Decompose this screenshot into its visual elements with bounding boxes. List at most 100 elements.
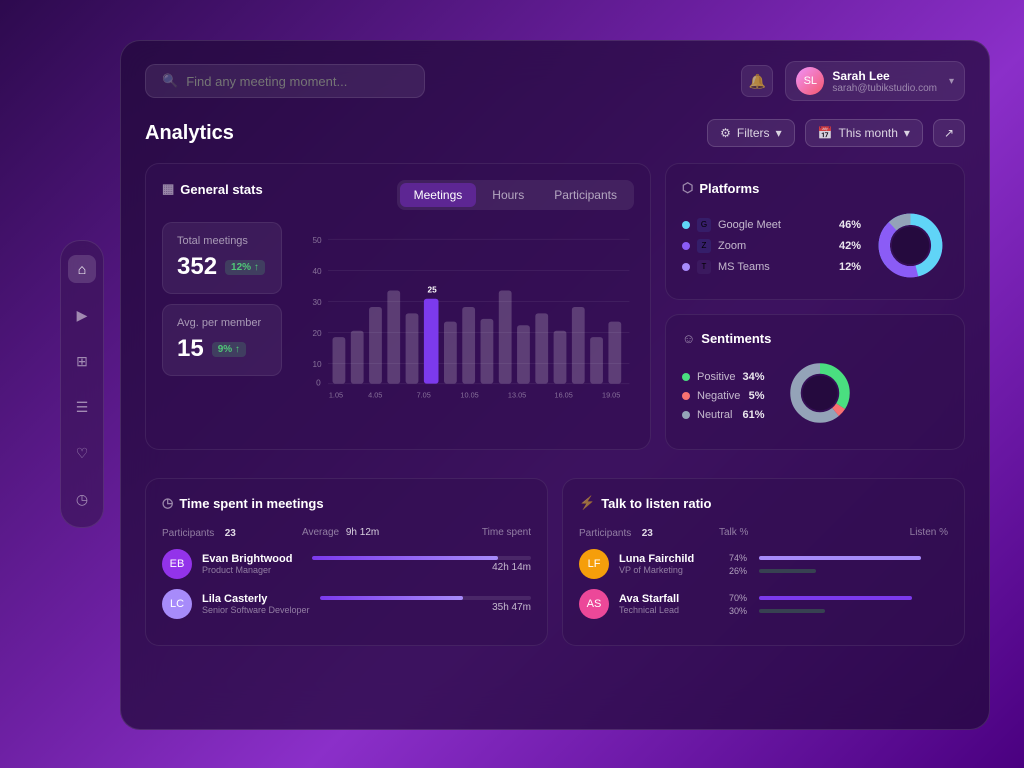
search-icon: 🔍 — [162, 73, 178, 89]
sidebar-item-home[interactable]: ⌂ — [68, 255, 96, 283]
sidebar-item-video[interactable]: ▶ — [68, 301, 96, 329]
total-meetings-badge: 12% ↑ — [225, 260, 265, 275]
share-icon: ↗ — [944, 126, 954, 140]
total-meetings-label: Total meetings — [177, 235, 267, 247]
list-item: G Google Meet 46% — [682, 218, 861, 232]
sentiments-donut — [785, 358, 860, 433]
spacer: Participants 23 — [162, 523, 302, 541]
person-row: AS Ava Starfall Technical Lead 70% 30% — [579, 589, 948, 619]
share-button[interactable]: ↗ — [933, 119, 965, 147]
search-bar[interactable]: 🔍 — [145, 64, 425, 98]
notifications-button[interactable]: 🔔 — [741, 65, 773, 97]
sentiments-title: ☺ Sentiments — [682, 331, 948, 346]
sidebar-item-clock[interactable]: ◷ — [68, 485, 96, 513]
svg-text:10: 10 — [312, 360, 322, 369]
talk-icon: ⚡ — [579, 495, 595, 511]
list-item: T MS Teams 12% — [682, 260, 861, 274]
zoom-logo: Z — [697, 239, 711, 253]
sidebar-item-grid[interactable]: ⊞ — [68, 347, 96, 375]
general-stats-card: ▦ General stats Meetings Hours Participa… — [145, 163, 651, 450]
avg-label: Avg. per member — [177, 317, 267, 329]
user-info: Sarah Lee sarah@tubikstudio.com — [832, 69, 937, 94]
list-item: Positive 34% — [682, 371, 765, 383]
right-column: ⬡ Platforms G Google Meet 46% Z — [665, 163, 965, 450]
svg-text:20: 20 — [312, 329, 322, 338]
sidebar-item-heart[interactable]: ♡ — [68, 439, 96, 467]
svg-text:4.05: 4.05 — [368, 390, 382, 399]
stat-boxes: Total meetings 352 12% ↑ Avg. per member… — [162, 222, 282, 417]
chevron-down-icon: ▾ — [949, 76, 954, 87]
tl-header-cols: Participants 23 Talk % Listen % — [579, 523, 948, 541]
sentiments-card: ☺ Sentiments Positive 34% Negative 5 — [665, 314, 965, 450]
svg-text:13.05: 13.05 — [508, 390, 526, 399]
svg-text:7.05: 7.05 — [417, 390, 431, 399]
chevron-down-icon: ▾ — [776, 126, 782, 140]
listen-row: 30% — [729, 606, 948, 616]
header: 🔍 🔔 SL Sarah Lee sarah@tubikstudio.com ▾ — [145, 61, 965, 101]
title-actions: ⚙ Filters ▾ 📅 This month ▾ ↗ — [707, 119, 965, 147]
talk-listen-bars: 74% 26% — [729, 553, 948, 576]
svg-text:25: 25 — [428, 285, 438, 294]
chevron-down-icon: ▾ — [904, 126, 910, 140]
sentiment-list: Positive 34% Negative 5% Neutral 61% — [682, 371, 765, 421]
page-title: Analytics — [145, 122, 234, 145]
talk-listen-title: ⚡ Talk to listen ratio — [579, 495, 948, 511]
stats-icon: ▦ — [162, 181, 174, 197]
sidebar: ⌂ ▶ ⊞ ☰ ♡ ◷ — [60, 240, 104, 528]
avatar: EB — [162, 549, 192, 579]
list-item: Neutral 61% — [682, 409, 765, 421]
person-row: EB Evan Brightwood Product Manager 42h 1… — [162, 549, 531, 579]
platforms-title: ⬡ Platforms — [682, 180, 948, 196]
svg-text:19.05: 19.05 — [602, 390, 620, 399]
col-labels: Talk % Listen % — [719, 527, 948, 538]
avatar: LF — [579, 549, 609, 579]
user-email: sarah@tubikstudio.com — [832, 83, 937, 94]
platform-content: G Google Meet 46% Z Zoom 42% T — [682, 208, 948, 283]
tab-hours[interactable]: Hours — [478, 183, 538, 207]
time-spent-title: ◷ Time spent in meetings — [162, 495, 531, 511]
sidebar-item-list[interactable]: ☰ — [68, 393, 96, 421]
search-input[interactable] — [186, 74, 408, 89]
svg-text:50: 50 — [312, 236, 322, 245]
bar-track — [312, 556, 531, 560]
bar-fill — [320, 596, 464, 600]
bar-wrap: 35h 47m — [320, 596, 531, 613]
stats-body: Total meetings 352 12% ↑ Avg. per member… — [162, 222, 634, 417]
filters-button[interactable]: ⚙ Filters ▾ — [707, 119, 794, 147]
user-badge[interactable]: SL Sarah Lee sarah@tubikstudio.com ▾ — [785, 61, 965, 101]
bar-chart: 50 40 30 20 10 0 — [296, 222, 634, 417]
platforms-icon: ⬡ — [682, 180, 693, 196]
title-row: Analytics ⚙ Filters ▾ 📅 This month ▾ ↗ — [145, 119, 965, 147]
bottom-row: ◷ Time spent in meetings Participants 23… — [145, 478, 965, 646]
talk-row: 74% — [729, 553, 948, 563]
platform-dot — [682, 221, 690, 229]
svg-text:30: 30 — [312, 298, 322, 307]
msteams-logo: T — [697, 260, 711, 274]
talk-row: 70% — [729, 593, 948, 603]
google-meet-logo: G — [697, 218, 711, 232]
tab-participants[interactable]: Participants — [540, 183, 631, 207]
platforms-donut — [873, 208, 948, 283]
clock-icon: ◷ — [162, 495, 173, 511]
avatar: LC — [162, 589, 192, 619]
talk-listen-bars: 70% 30% — [729, 593, 948, 616]
sentiment-icon: ☺ — [682, 331, 695, 346]
tab-meetings[interactable]: Meetings — [400, 183, 477, 207]
negative-dot — [682, 392, 690, 400]
listen-row: 26% — [729, 566, 948, 576]
stats-header: ▦ General stats Meetings Hours Participa… — [162, 180, 634, 210]
svg-text:16.05: 16.05 — [555, 390, 573, 399]
time-spent-card: ◷ Time spent in meetings Participants 23… — [145, 478, 548, 646]
general-stats-title: ▦ General stats — [162, 181, 263, 197]
svg-text:1.05: 1.05 — [329, 390, 343, 399]
list-item: Negative 5% — [682, 390, 765, 402]
time-header-cols: Participants 23 Average 9h 12m Time spen… — [162, 523, 531, 541]
avatar: SL — [796, 67, 824, 95]
date-filter-button[interactable]: 📅 This month ▾ — [805, 119, 923, 147]
chart-svg: 50 40 30 20 10 0 — [296, 222, 634, 412]
header-right: 🔔 SL Sarah Lee sarah@tubikstudio.com ▾ — [741, 61, 965, 101]
person-info: Evan Brightwood Product Manager — [202, 553, 302, 575]
neutral-dot — [682, 411, 690, 419]
avatar: AS — [579, 589, 609, 619]
filter-icon: ⚙ — [720, 126, 731, 140]
